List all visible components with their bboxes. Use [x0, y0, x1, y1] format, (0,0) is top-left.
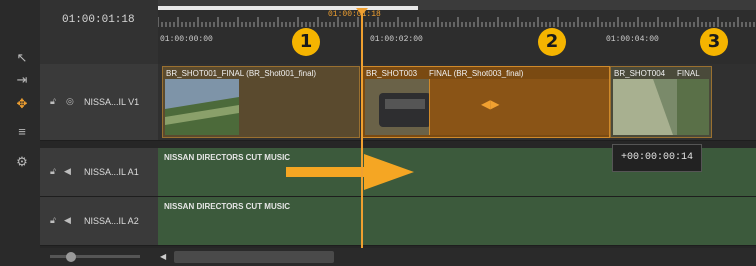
zoom-slider-track[interactable]: [50, 255, 140, 258]
scroll-thumb[interactable]: [174, 251, 334, 263]
clip-thumbnail: [613, 79, 709, 135]
track-name: NISSA...IL A2: [84, 216, 139, 226]
ripple-edit-region[interactable]: [429, 79, 609, 135]
audio-track-a2[interactable]: NISSAN DIRECTORS CUT MUSIC: [158, 197, 756, 246]
tools-panel: ↖ ⇥ ✥ ≡ ⚙: [0, 0, 40, 266]
track-header-a2[interactable]: 🔓︎ ◀ NISSA...IL A2: [40, 197, 158, 246]
track-header-a1[interactable]: 🔓︎ ◀ NISSA...IL A1: [40, 148, 158, 197]
ruler-tick-label: 01:00:04:00: [606, 35, 659, 44]
lock-icon[interactable]: 🔓︎: [50, 166, 56, 177]
playhead-line[interactable]: [361, 8, 363, 248]
playhead-timecode-label: 01:00:01:18: [328, 10, 381, 19]
razor-tool-icon[interactable]: ⚙: [14, 154, 30, 170]
speaker-icon[interactable]: ◀: [64, 215, 71, 226]
track-header-v1[interactable]: 🔓︎ ◎ NISSA...IL V1: [40, 64, 158, 141]
zoom-slider-handle[interactable]: [66, 252, 76, 262]
step-marker: 1: [292, 28, 320, 56]
clip-label: BR_SHOT004: [614, 69, 666, 78]
eye-icon[interactable]: ◎: [66, 96, 74, 107]
video-track-v1[interactable]: BR_SHOT001_FINAL (BR_Shot001_final) BR_S…: [158, 64, 756, 141]
ruler-tick-label: 01:00:00:00: [160, 35, 213, 44]
current-timecode[interactable]: 01:00:01:18: [62, 14, 135, 26]
clip-label: BR_SHOT001_FINAL (BR_Shot001_final): [166, 69, 316, 78]
track-select-tool-icon[interactable]: ⇥: [14, 72, 30, 88]
lock-icon[interactable]: 🔓︎: [50, 96, 56, 107]
track-name: NISSA...IL A1: [84, 167, 139, 177]
playhead-handle[interactable]: [356, 8, 368, 15]
trim-handle-icon[interactable]: ◀▶: [481, 97, 499, 111]
track-name: NISSA...IL V1: [84, 97, 140, 107]
timeline-scrollbar[interactable]: ◀: [40, 248, 756, 266]
timecode-panel: 01:00:01:18: [40, 0, 159, 64]
clip-label: NISSAN DIRECTORS CUT MUSIC: [164, 202, 291, 211]
clip-br-shot004[interactable]: BR_SHOT004 FINAL: [610, 66, 712, 138]
speaker-icon[interactable]: ◀: [64, 166, 71, 177]
step-marker: 2: [538, 28, 566, 56]
clip-label: NISSAN DIRECTORS CUT MUSIC: [164, 153, 291, 162]
trim-offset-tooltip: +00:00:00:14: [612, 144, 702, 172]
clip-label: BR_SHOT003: [366, 69, 418, 78]
time-ruler[interactable]: 01:00:01:18 01:00:00:00 01:00:02:00 01:0…: [158, 0, 756, 64]
clip-label: FINAL (BR_Shot003_final): [429, 69, 524, 78]
clip-br-shot001[interactable]: BR_SHOT001_FINAL (BR_Shot001_final): [162, 66, 360, 138]
slip-tool-icon[interactable]: ≡: [14, 124, 30, 140]
ruler-tick-label: 01:00:02:00: [370, 35, 423, 44]
ruler-ticks: [158, 17, 755, 27]
clip-br-shot003[interactable]: BR_SHOT003 FINAL (BR_Shot003_final) ◀▶: [362, 66, 610, 138]
scroll-left-icon[interactable]: ◀: [160, 252, 170, 262]
clip-label: FINAL: [677, 69, 700, 78]
step-marker: 3: [700, 28, 728, 56]
clip-thumbnail: [165, 79, 239, 135]
ripple-edit-tool-icon[interactable]: ✥: [14, 96, 30, 112]
lock-icon[interactable]: 🔓︎: [50, 215, 56, 226]
selection-tool-icon[interactable]: ↖: [14, 50, 30, 66]
arrow-annotation: [286, 154, 414, 190]
